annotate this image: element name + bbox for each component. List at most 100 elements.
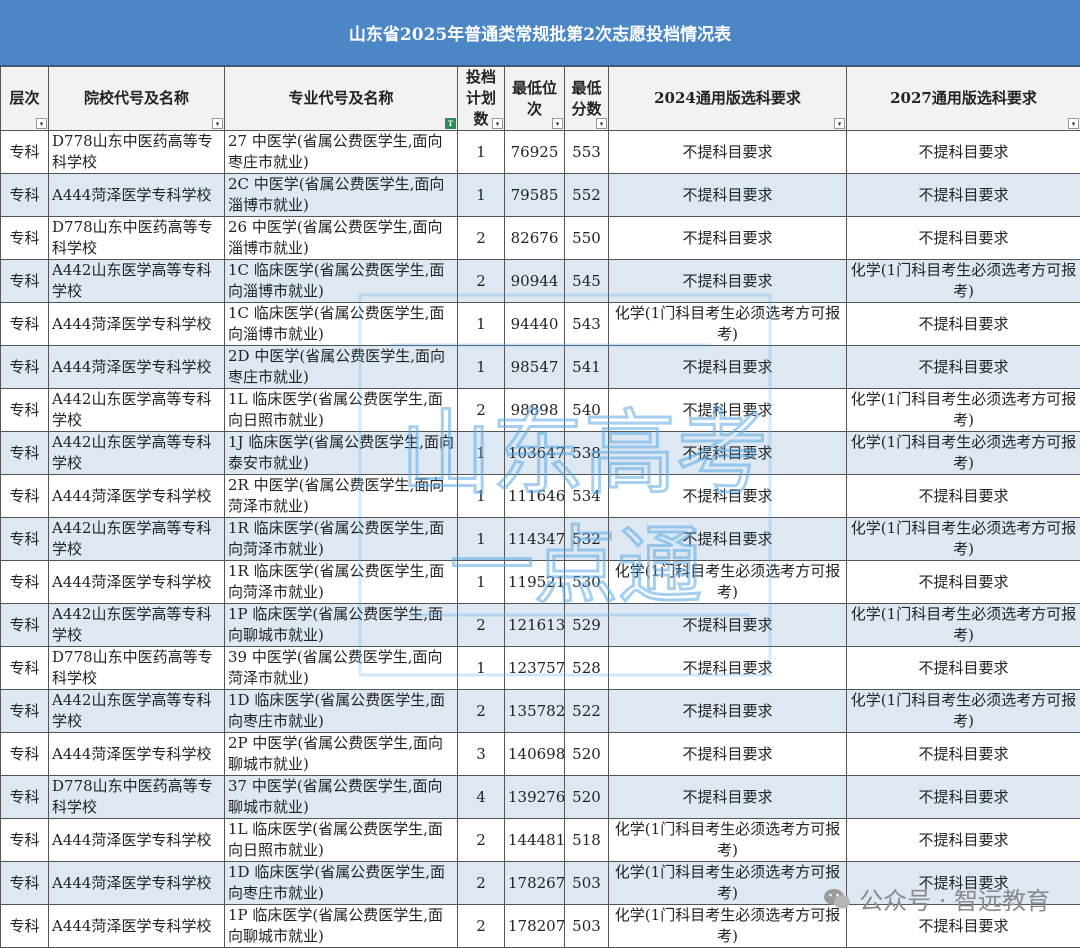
- req-2024-cell: 不提科目要求: [609, 260, 847, 303]
- min-score-cell: 530: [565, 561, 609, 604]
- level-cell: 专科: [1, 905, 49, 948]
- plan-count-cell: 2: [458, 819, 505, 862]
- min-rank-cell: 178207: [505, 905, 565, 948]
- req-2024-cell: 不提科目要求: [609, 217, 847, 260]
- table-row: 专科A444菏泽医学专科学校2D 中医学(省属公费医学生,面向枣庄市就业)198…: [1, 346, 1080, 389]
- plan-count-cell: 1: [458, 303, 505, 346]
- req-2027-cell: 不提科目要求: [847, 776, 1080, 819]
- req-2024-cell: 不提科目要求: [609, 647, 847, 690]
- level-cell: 专科: [1, 518, 49, 561]
- header-school: 院校代号及名称▾: [49, 67, 225, 131]
- level-cell: 专科: [1, 217, 49, 260]
- school-cell: A444菏泽医学专科学校: [49, 733, 225, 776]
- plan-count-cell: 2: [458, 690, 505, 733]
- major-cell: 26 中医学(省属公费医学生,面向淄博市就业): [225, 217, 458, 260]
- admission-table: 层次▾ 院校代号及名称▾ 专业代号及名称T 投档计划数▾ 最低位次▾ 最低分数▾…: [0, 66, 1080, 948]
- major-cell: 27 中医学(省属公费医学生,面向枣庄市就业): [225, 131, 458, 174]
- req-2024-cell: 不提科目要求: [609, 432, 847, 475]
- school-cell: D778山东中医药高等专科学校: [49, 217, 225, 260]
- min-score-cell: 503: [565, 862, 609, 905]
- min-score-cell: 538: [565, 432, 609, 475]
- school-cell: A442山东医学高等专科学校: [49, 518, 225, 561]
- req-2027-cell: 不提科目要求: [847, 131, 1080, 174]
- major-cell: 1P 临床医学(省属公费医学生,面向聊城市就业): [225, 604, 458, 647]
- plan-count-cell: 2: [458, 260, 505, 303]
- filter-dropdown-icon[interactable]: ▾: [552, 118, 563, 129]
- level-cell: 专科: [1, 389, 49, 432]
- table-title: 山东省2025年普通类常规批第2次志愿投档情况表: [0, 0, 1080, 66]
- min-rank-cell: 123757: [505, 647, 565, 690]
- min-rank-cell: 98547: [505, 346, 565, 389]
- school-cell: A444菏泽医学专科学校: [49, 174, 225, 217]
- min-rank-cell: 82676: [505, 217, 565, 260]
- table-row: 专科A444菏泽医学专科学校2R 中医学(省属公费医学生,面向菏泽市就业)111…: [1, 475, 1080, 518]
- min-rank-cell: 94440: [505, 303, 565, 346]
- major-cell: 1R 临床医学(省属公费医学生,面向菏泽市就业): [225, 518, 458, 561]
- min-score-cell: 503: [565, 905, 609, 948]
- req-2027-cell: 化学(1门科目考生必须选考方可报考): [847, 260, 1080, 303]
- filter-dropdown-icon[interactable]: ▾: [492, 118, 503, 129]
- header-min-rank: 最低位次▾: [505, 67, 565, 131]
- level-cell: 专科: [1, 604, 49, 647]
- table-row: 专科A442山东医学高等专科学校1R 临床医学(省属公费医学生,面向菏泽市就业)…: [1, 518, 1080, 561]
- req-2027-cell: 化学(1门科目考生必须选考方可报考): [847, 432, 1080, 475]
- min-rank-cell: 76925: [505, 131, 565, 174]
- req-2024-cell: 不提科目要求: [609, 389, 847, 432]
- plan-count-cell: 2: [458, 905, 505, 948]
- table-row: 专科A444菏泽医学专科学校1L 临床医学(省属公费医学生,面向日照市就业)21…: [1, 819, 1080, 862]
- school-cell: A444菏泽医学专科学校: [49, 862, 225, 905]
- plan-count-cell: 3: [458, 733, 505, 776]
- req-2027-cell: 不提科目要求: [847, 217, 1080, 260]
- req-2024-cell: 化学(1门科目考生必须选考方可报考): [609, 905, 847, 948]
- header-plan: 投档计划数▾: [458, 67, 505, 131]
- min-score-cell: 518: [565, 819, 609, 862]
- min-rank-cell: 98898: [505, 389, 565, 432]
- plan-count-cell: 1: [458, 647, 505, 690]
- table-row: 专科A442山东医学高等专科学校1C 临床医学(省属公费医学生,面向淄博市就业)…: [1, 260, 1080, 303]
- table-row: 专科A442山东医学高等专科学校1L 临床医学(省属公费医学生,面向日照市就业)…: [1, 389, 1080, 432]
- major-cell: 1J 临床医学(省属公费医学生,面向泰安市就业): [225, 432, 458, 475]
- filter-dropdown-icon[interactable]: ▾: [36, 118, 47, 129]
- header-req-2024: 2024通用版选科要求▾: [609, 67, 847, 131]
- wechat-icon: [823, 887, 851, 911]
- plan-count-cell: 4: [458, 776, 505, 819]
- school-cell: A444菏泽医学专科学校: [49, 561, 225, 604]
- school-cell: A442山东医学高等专科学校: [49, 389, 225, 432]
- req-2027-cell: 化学(1门科目考生必须选考方可报考): [847, 690, 1080, 733]
- req-2027-cell: 不提科目要求: [847, 647, 1080, 690]
- min-rank-cell: 119521: [505, 561, 565, 604]
- major-cell: 1C 临床医学(省属公费医学生,面向淄博市就业): [225, 303, 458, 346]
- level-cell: 专科: [1, 131, 49, 174]
- header-major: 专业代号及名称T: [225, 67, 458, 131]
- min-rank-cell: 111646: [505, 475, 565, 518]
- level-cell: 专科: [1, 346, 49, 389]
- school-cell: D778山东中医药高等专科学校: [49, 131, 225, 174]
- req-2024-cell: 化学(1门科目考生必须选考方可报考): [609, 303, 847, 346]
- level-cell: 专科: [1, 862, 49, 905]
- req-2024-cell: 化学(1门科目考生必须选考方可报考): [609, 862, 847, 905]
- filter-active-icon[interactable]: T: [445, 118, 456, 129]
- filter-dropdown-icon[interactable]: ▾: [596, 118, 607, 129]
- major-cell: 1D 临床医学(省属公费医学生,面向枣庄市就业): [225, 862, 458, 905]
- req-2024-cell: 不提科目要求: [609, 604, 847, 647]
- req-2024-cell: 不提科目要求: [609, 776, 847, 819]
- filter-dropdown-icon[interactable]: ▾: [1068, 118, 1079, 129]
- min-rank-cell: 139276: [505, 776, 565, 819]
- min-score-cell: 540: [565, 389, 609, 432]
- min-score-cell: 520: [565, 776, 609, 819]
- min-score-cell: 541: [565, 346, 609, 389]
- min-score-cell: 543: [565, 303, 609, 346]
- req-2024-cell: 不提科目要求: [609, 518, 847, 561]
- plan-count-cell: 1: [458, 174, 505, 217]
- filter-dropdown-icon[interactable]: ▾: [834, 118, 845, 129]
- min-score-cell: 553: [565, 131, 609, 174]
- level-cell: 专科: [1, 260, 49, 303]
- level-cell: 专科: [1, 647, 49, 690]
- filter-dropdown-icon[interactable]: ▾: [212, 118, 223, 129]
- major-cell: 1P 临床医学(省属公费医学生,面向聊城市就业): [225, 905, 458, 948]
- major-cell: 1L 临床医学(省属公费医学生,面向日照市就业): [225, 819, 458, 862]
- header-min-score: 最低分数▾: [565, 67, 609, 131]
- wechat-tag-text: 公众号 · 智远教育: [859, 881, 1050, 916]
- level-cell: 专科: [1, 776, 49, 819]
- min-rank-cell: 79585: [505, 174, 565, 217]
